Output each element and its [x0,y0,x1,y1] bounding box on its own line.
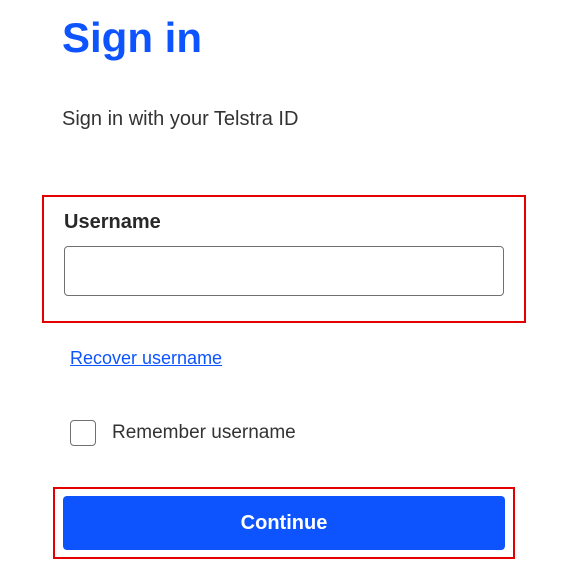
remember-label: Remember username [112,422,296,444]
page-title: Sign in [62,14,202,62]
remember-checkbox[interactable] [70,420,96,446]
continue-button-wrap: Continue [53,487,515,559]
username-field-group: Username [42,195,526,323]
continue-button[interactable]: Continue [63,496,505,550]
username-label: Username [64,211,504,234]
username-input[interactable] [64,246,504,296]
recover-username-link[interactable]: Recover username [70,348,222,369]
page-subtitle: Sign in with your Telstra ID [62,108,298,131]
remember-row: Remember username [70,420,296,446]
